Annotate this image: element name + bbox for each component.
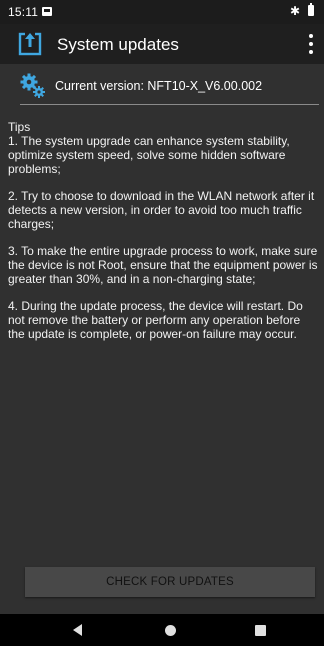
tip-item: 2. Try to choose to download in the WLAN… bbox=[8, 189, 315, 231]
recents-icon[interactable] bbox=[255, 625, 266, 636]
navigation-bar bbox=[0, 614, 324, 646]
battery-icon bbox=[308, 3, 314, 16]
bluetooth-icon: ✱ bbox=[289, 4, 300, 18]
back-icon[interactable] bbox=[73, 624, 82, 636]
current-version-text: Current version: NFT10-X_V6.00.002 bbox=[55, 79, 263, 93]
home-icon[interactable] bbox=[165, 625, 176, 636]
tip-item: 1. The system upgrade can enhance system… bbox=[8, 134, 290, 176]
divider bbox=[20, 104, 319, 105]
tips-title: Tips bbox=[8, 120, 31, 134]
overflow-menu-icon[interactable] bbox=[306, 32, 316, 58]
system-updates-screen: 15:11 ✱ System updates Current version: … bbox=[0, 0, 324, 646]
app-bar: System updates bbox=[0, 24, 324, 64]
tip-item: 4. During the update process, the device… bbox=[8, 299, 303, 341]
status-time: 15:11 bbox=[8, 5, 39, 19]
tips-section: Tips 1. The system upgrade can enhance s… bbox=[8, 120, 318, 354]
check-for-updates-button[interactable]: CHECK FOR UPDATES bbox=[25, 567, 315, 597]
page-title: System updates bbox=[57, 35, 179, 54]
status-bar: 15:11 ✱ bbox=[0, 0, 324, 24]
notification-icon bbox=[42, 7, 52, 16]
gear-icon bbox=[20, 73, 45, 98]
current-version-row: Current version: NFT10-X_V6.00.002 bbox=[0, 70, 324, 102]
tip-item: 3. To make the entire upgrade process to… bbox=[8, 244, 318, 286]
upload-box-icon bbox=[18, 31, 42, 56]
